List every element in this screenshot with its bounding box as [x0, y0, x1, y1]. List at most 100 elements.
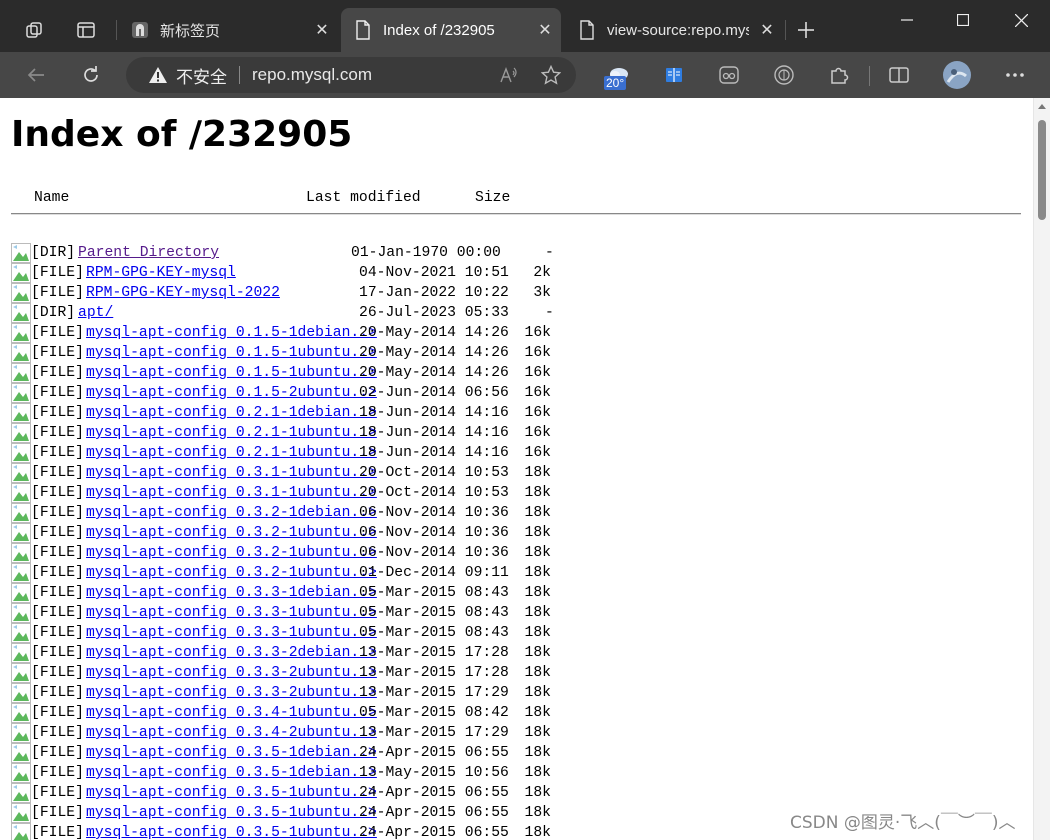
watermark: CSDN @图灵·飞︿(￣︶￣)︿ — [790, 813, 1016, 833]
entry-link[interactable]: mysql-apt-config_0.2.1-1debian..> — [86, 403, 377, 423]
new-tab-button[interactable] — [788, 14, 824, 46]
entry-link[interactable]: mysql-apt-config_0.2.1-1ubuntu..> — [86, 443, 377, 463]
entry-link[interactable]: mysql-apt-config_0.3.5-1debian..> — [86, 763, 377, 783]
entry-link[interactable]: mysql-apt-config_0.1.5-1ubuntu..> — [86, 343, 377, 363]
entry-link[interactable]: mysql-apt-config_0.3.2-1ubuntu..> — [86, 543, 377, 563]
entry-link[interactable]: mysql-apt-config_0.3.5-1ubuntu..> — [86, 823, 377, 840]
entry-size: 18k — [524, 685, 551, 701]
weather-temperature: 20° — [604, 76, 627, 90]
warning-icon[interactable] — [148, 65, 168, 85]
refresh-button[interactable] — [74, 59, 108, 91]
back-button[interactable] — [19, 59, 53, 91]
entry-link[interactable]: apt/ — [78, 303, 113, 323]
extension-seal-icon[interactable] — [767, 59, 801, 91]
entry-type-label: [FILE] — [31, 805, 84, 821]
file-icon — [11, 563, 31, 583]
entry-modified: 20-May-2014 14:26 — [359, 345, 509, 361]
page-content: Index of /232905 Name Last modified Size… — [0, 98, 1033, 840]
entry-link[interactable]: mysql-apt-config_0.3.3-1ubuntu..> — [86, 603, 377, 623]
file-icon — [11, 263, 31, 283]
address-bar[interactable]: 不安全 repo.mysql.com — [126, 57, 576, 93]
entry-size: - — [545, 245, 554, 261]
entry-type-label: [FILE] — [31, 465, 84, 481]
column-header-size[interactable]: Size — [475, 190, 510, 208]
entry-type-label: [FILE] — [31, 265, 84, 281]
close-tab-icon[interactable]: ✕ — [755, 18, 779, 42]
tab-view-source[interactable]: view-source:repo.mysql.com ✕ — [565, 8, 783, 52]
close-window-button[interactable] — [994, 0, 1048, 40]
entry-link[interactable]: mysql-apt-config_0.3.1-1ubuntu..> — [86, 463, 377, 483]
entry-link[interactable]: mysql-apt-config_0.1.5-1debian..> — [86, 323, 377, 343]
entry-link[interactable]: mysql-apt-config_0.3.4-1ubuntu..> — [86, 703, 377, 723]
entry-link[interactable]: mysql-apt-config_0.2.1-1ubuntu..> — [86, 423, 377, 443]
entry-link[interactable]: mysql-apt-config_0.3.3-2ubuntu..> — [86, 683, 377, 703]
entry-size: - — [545, 305, 554, 321]
column-header-name[interactable]: Name — [34, 190, 69, 208]
entry-link[interactable]: mysql-apt-config_0.3.5-1ubuntu..> — [86, 803, 377, 823]
folder-icon — [11, 303, 31, 323]
file-icon — [11, 423, 31, 443]
toolbar-divider — [869, 66, 870, 86]
read-aloud-icon[interactable] — [498, 65, 518, 85]
tab-title: Index of /232905 — [383, 21, 495, 39]
entry-link[interactable]: mysql-apt-config_0.3.5-1debian..> — [86, 743, 377, 763]
entry-modified: 20-May-2014 14:26 — [359, 325, 509, 341]
security-label[interactable]: 不安全 — [176, 63, 227, 88]
file-icon — [11, 703, 31, 723]
file-icon — [11, 623, 31, 643]
entry-size: 18k — [524, 805, 551, 821]
extensions-puzzle-icon[interactable] — [822, 59, 856, 91]
scroll-thumb[interactable] — [1038, 120, 1046, 220]
reader-extension-icon[interactable] — [657, 59, 691, 91]
entry-modified: 13-Mar-2015 17:29 — [359, 725, 509, 741]
tab-title: view-source:repo.mysql.com — [607, 21, 749, 39]
entry-size: 18k — [524, 585, 551, 601]
close-tab-icon[interactable]: ✕ — [533, 18, 557, 42]
entry-modified: 24-Apr-2015 06:55 — [359, 745, 509, 761]
profile-avatar[interactable] — [940, 59, 974, 91]
entry-size: 18k — [524, 785, 551, 801]
minimize-button[interactable] — [880, 0, 934, 40]
document-icon — [577, 20, 597, 40]
entry-link[interactable]: mysql-apt-config_0.1.5-2ubuntu..> — [86, 383, 377, 403]
entry-link[interactable]: RPM-GPG-KEY-mysql-2022 — [86, 283, 280, 303]
column-header-modified[interactable]: Last modified — [306, 190, 421, 208]
entry-link[interactable]: mysql-apt-config_0.3.4-2ubuntu..> — [86, 723, 377, 743]
entry-type-label: [DIR] — [31, 305, 76, 321]
entry-modified: 04-Nov-2021 10:51 — [359, 265, 509, 281]
scroll-up-arrow[interactable] — [1038, 104, 1046, 109]
entry-type-label: [FILE] — [31, 785, 84, 801]
workspaces-icon[interactable] — [16, 14, 52, 46]
entry-link[interactable]: mysql-apt-config_0.3.2-1ubuntu..> — [86, 563, 377, 583]
entry-link[interactable]: mysql-apt-config_0.3.3-1ubuntu..> — [86, 623, 377, 643]
entry-type-label: [FILE] — [31, 365, 84, 381]
url-text[interactable]: repo.mysql.com — [252, 65, 372, 85]
entry-link[interactable]: RPM-GPG-KEY-mysql — [86, 263, 236, 283]
tab-title: 新标签页 — [160, 22, 221, 40]
extension-glasses-icon[interactable] — [712, 59, 746, 91]
entry-size: 16k — [524, 345, 551, 361]
entry-link[interactable]: mysql-apt-config_0.1.5-1ubuntu..> — [86, 363, 377, 383]
file-icon — [11, 483, 31, 503]
entry-link[interactable]: mysql-apt-config_0.3.3-2debian..> — [86, 643, 377, 663]
favorite-star-icon[interactable] — [540, 64, 562, 86]
entry-link[interactable]: mysql-apt-config_0.3.3-1debian..> — [86, 583, 377, 603]
entry-link[interactable]: mysql-apt-config_0.3.2-1ubuntu..> — [86, 523, 377, 543]
entry-type-label: [FILE] — [31, 585, 84, 601]
close-tab-icon[interactable]: ✕ — [310, 18, 334, 42]
entry-type-label: [FILE] — [31, 745, 84, 761]
more-options-icon[interactable] — [998, 59, 1032, 91]
tab-index-of-232905[interactable]: Index of /232905 ✕ — [341, 8, 561, 52]
file-icon — [11, 443, 31, 463]
file-icon — [11, 803, 31, 823]
entry-link[interactable]: mysql-apt-config_0.3.2-1debian..> — [86, 503, 377, 523]
vertical-scrollbar[interactable] — [1033, 98, 1050, 840]
entry-link[interactable]: mysql-apt-config_0.3.1-1ubuntu..> — [86, 483, 377, 503]
entry-link[interactable]: mysql-apt-config_0.3.3-2ubuntu..> — [86, 663, 377, 683]
entry-link[interactable]: Parent Directory — [78, 243, 219, 263]
entry-link[interactable]: mysql-apt-config_0.3.5-1ubuntu..> — [86, 783, 377, 803]
split-screen-icon[interactable] — [882, 59, 916, 91]
tab-actions-icon[interactable] — [68, 14, 104, 46]
maximize-button[interactable] — [936, 0, 990, 40]
tab-new-tab[interactable]: 新标签页 ✕ — [120, 8, 338, 52]
